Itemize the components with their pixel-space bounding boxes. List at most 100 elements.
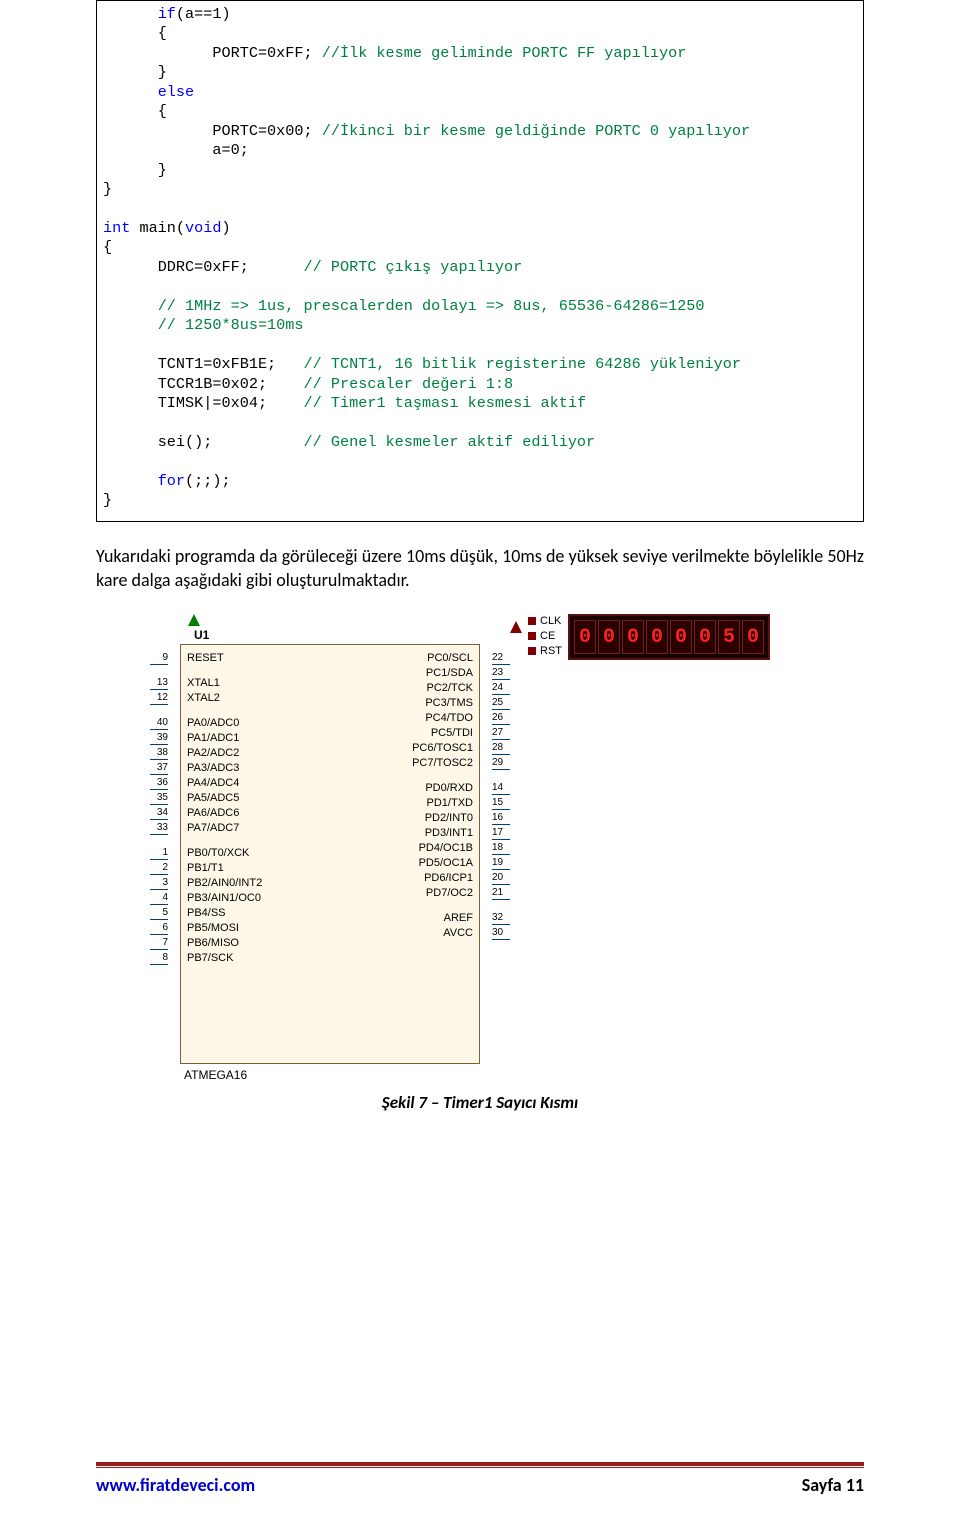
figure-caption: Şekil 7 – Timer1 Sayıcı Kısmı — [96, 1092, 864, 1113]
pin-label: PA5/ADC5 — [187, 791, 262, 806]
counter-pin: RST — [528, 644, 562, 659]
seven-segment-digit: 5 — [718, 620, 740, 654]
comment: //İkinci bir kesme geldiğinde PORTC 0 ya… — [322, 122, 750, 140]
footer-rule-thin — [96, 1467, 864, 1468]
schematic-figure: U1 91312403938373635343312345678 RESETXT… — [180, 614, 780, 1082]
pin-label: PD7/OC2 — [412, 886, 473, 901]
pin-label: PB1/T1 — [187, 861, 262, 876]
pin-label: PC4/TDO — [412, 711, 473, 726]
pin-label: PA0/ADC0 — [187, 716, 262, 731]
pin-label: PC3/TMS — [412, 696, 473, 711]
chip-body: RESETXTAL1XTAL2PA0/ADC0PA1/ADC1PA2/ADC2P… — [180, 644, 480, 1064]
pin-number: 14 — [492, 780, 510, 795]
pin-number: 27 — [492, 725, 510, 740]
pin-number: 15 — [492, 795, 510, 810]
footer-page-number: Sayfa 11 — [802, 1474, 864, 1496]
comment: // Timer1 taşması kesmesi aktif — [304, 394, 587, 412]
pin-label: PB7/SCK — [187, 951, 262, 966]
pin-label: PB4/SS — [187, 906, 262, 921]
comment: // PORTC çıkış yapılıyor — [304, 258, 523, 276]
pin-number: 9 — [150, 650, 168, 665]
seven-segment-digit: 0 — [670, 620, 692, 654]
counter-pin-labels: CLKCERST — [528, 614, 562, 659]
pin-number: 4 — [150, 890, 168, 905]
pin-number: 23 — [492, 665, 510, 680]
seven-segment-display: 00000050 — [568, 614, 770, 660]
pin-number: 34 — [150, 805, 168, 820]
pin-label: PA3/ADC3 — [187, 761, 262, 776]
pin-number: 32 — [492, 910, 510, 925]
pin-number: 39 — [150, 730, 168, 745]
seven-segment-digit: 0 — [574, 620, 596, 654]
pin-number: 26 — [492, 710, 510, 725]
pin-label: PB2/AIN0/INT2 — [187, 876, 262, 891]
pin-number: 12 — [150, 690, 168, 705]
seven-segment-digit: 0 — [694, 620, 716, 654]
right-pin-labels: PC0/SCLPC1/SDAPC2/TCKPC3/TMSPC4/TDOPC5/T… — [412, 651, 473, 941]
power-arrow-icon — [188, 614, 200, 626]
pin-label: PB6/MISO — [187, 936, 262, 951]
pin-marker-icon — [528, 617, 536, 625]
pin-label: PD2/INT0 — [412, 811, 473, 826]
seven-segment-digit: 0 — [646, 620, 668, 654]
pin-label: PA4/ADC4 — [187, 776, 262, 791]
pin-label: PC5/TDI — [412, 726, 473, 741]
pin-label: PC1/SDA — [412, 666, 473, 681]
pin-number: 18 — [492, 840, 510, 855]
right-pin-numbers: 222324252627282914151617181920213230 — [492, 650, 510, 940]
pin-label: PC2/TCK — [412, 681, 473, 696]
pin-label: PD1/TXD — [412, 796, 473, 811]
comment: // 1250*8us=10ms — [158, 316, 304, 334]
pin-number: 2 — [150, 860, 168, 875]
pin-label: XTAL2 — [187, 691, 262, 706]
counter-pin: CE — [528, 629, 562, 644]
pin-label: PB0/T0/XCK — [187, 846, 262, 861]
page-footer: www.firatdeveci.com Sayfa 11 — [96, 1462, 864, 1496]
keyword-for: for — [158, 472, 185, 490]
left-pin-labels: RESETXTAL1XTAL2PA0/ADC0PA1/ADC1PA2/ADC2P… — [187, 651, 262, 966]
pin-label: RESET — [187, 651, 262, 666]
pin-number: 13 — [150, 675, 168, 690]
pin-label: PA6/ADC6 — [187, 806, 262, 821]
chip-reference: U1 — [194, 628, 480, 642]
pin-number: 3 — [150, 875, 168, 890]
keyword-else: else — [158, 83, 194, 101]
pin-number: 22 — [492, 650, 510, 665]
pin-label: PA2/ADC2 — [187, 746, 262, 761]
seven-segment-digit: 0 — [622, 620, 644, 654]
pin-label: PD5/OC1A — [412, 856, 473, 871]
keyword-if: if — [158, 5, 176, 23]
pin-label: PD4/OC1B — [412, 841, 473, 856]
keyword-void: void — [185, 219, 221, 237]
pin-number: 36 — [150, 775, 168, 790]
comment: // Prescaler değeri 1:8 — [304, 375, 514, 393]
pin-label: PA7/ADC7 — [187, 821, 262, 836]
pin-number: 40 — [150, 715, 168, 730]
pin-label: PD0/RXD — [412, 781, 473, 796]
pin-number: 17 — [492, 825, 510, 840]
seven-segment-digit: 0 — [598, 620, 620, 654]
pin-label: AVCC — [412, 926, 473, 941]
pin-number: 19 — [492, 855, 510, 870]
pin-number: 7 — [150, 935, 168, 950]
signal-arrow-icon — [510, 621, 522, 633]
pin-label: PD6/ICP1 — [412, 871, 473, 886]
pin-number: 37 — [150, 760, 168, 775]
left-pin-numbers: 91312403938373635343312345678 — [150, 650, 168, 965]
pin-number: 35 — [150, 790, 168, 805]
chip-name: ATMEGA16 — [184, 1068, 480, 1082]
pin-number: 29 — [492, 755, 510, 770]
comment: // Genel kesmeler aktif ediliyor — [304, 433, 596, 451]
pin-label: PB3/AIN1/OC0 — [187, 891, 262, 906]
pin-label: PC7/TOSC2 — [412, 756, 473, 771]
comment: //İlk kesme geliminde PORTC FF yapılıyor — [322, 44, 687, 62]
pin-label: XTAL1 — [187, 676, 262, 691]
pin-number: 6 — [150, 920, 168, 935]
pin-label: AREF — [412, 911, 473, 926]
comment: // 1MHz => 1us, prescalerden dolayı => 8… — [158, 297, 705, 315]
counter-pin: CLK — [528, 614, 562, 629]
pin-number: 38 — [150, 745, 168, 760]
pin-number: 20 — [492, 870, 510, 885]
pin-marker-icon — [528, 632, 536, 640]
pin-number: 24 — [492, 680, 510, 695]
